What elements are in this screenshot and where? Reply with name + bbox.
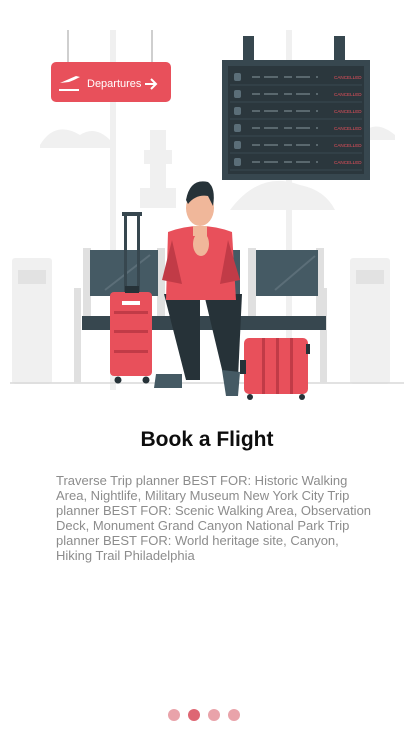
suitcase-right: [240, 338, 310, 400]
pagination-dot[interactable]: [228, 709, 240, 721]
suitcase-left: [110, 212, 152, 384]
pagination-dot[interactable]: [208, 709, 220, 721]
person: [154, 181, 242, 396]
board-status-text: CANCELLED: [334, 160, 362, 165]
pagination-dot[interactable]: [188, 709, 200, 721]
board-status-text: CANCELLED: [334, 92, 362, 97]
pagination-dot[interactable]: [168, 709, 180, 721]
board-status-text: CANCELLED: [334, 126, 362, 131]
page-title: Book a Flight: [140, 428, 274, 451]
board-status-text: CANCELLED: [334, 109, 362, 114]
flight-board: CANCELLED CANCELLED CANCELLED CANCELLED CANC…: [222, 36, 370, 180]
page-description: Traverse Trip planner BEST FOR: Historic…: [56, 473, 372, 563]
airport-illustration: Departures CANCELLEDCANCELLEDCANCELLEDCA…: [10, 30, 404, 400]
board-status-text: CANCELLED: [334, 143, 362, 148]
sign-label: Departures: [87, 78, 142, 90]
board-status-text: CANCELLED: [334, 75, 362, 80]
bin-left-slot: [18, 270, 46, 284]
bin-right-slot: [356, 270, 384, 284]
pagination-dots[interactable]: [168, 709, 240, 721]
